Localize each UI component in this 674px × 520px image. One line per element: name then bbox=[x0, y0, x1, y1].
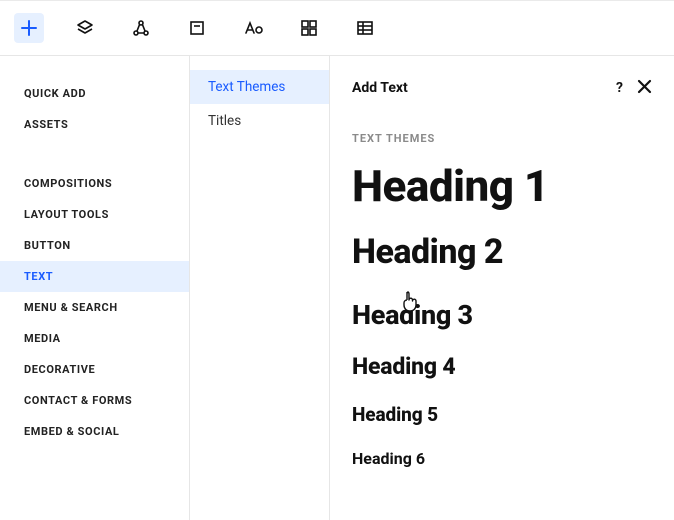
sidebar-item-text[interactable]: Text bbox=[0, 261, 189, 292]
close-icon[interactable] bbox=[637, 79, 652, 98]
sidebar-item-menu-search[interactable]: Menu & Search bbox=[0, 292, 189, 323]
panel-actions: ? bbox=[616, 79, 652, 98]
columns: Quick Add Assets Compositions Layout Too… bbox=[0, 56, 674, 520]
box-icon[interactable] bbox=[182, 13, 212, 43]
heading-option-h5[interactable]: Heading 5 bbox=[352, 405, 652, 425]
panel-header: Add Text ? bbox=[352, 70, 652, 106]
heading-option-h4[interactable]: Heading 4 bbox=[352, 355, 652, 379]
section-label: Text Themes bbox=[352, 132, 652, 145]
layers-icon[interactable] bbox=[70, 13, 100, 43]
sidebar-item-compositions[interactable]: Compositions bbox=[0, 168, 189, 199]
heading-option-h6[interactable]: Heading 6 bbox=[352, 451, 652, 468]
sidebar-item-embed-social[interactable]: Embed & Social bbox=[0, 416, 189, 447]
help-icon[interactable]: ? bbox=[616, 80, 623, 96]
heading-list: Heading 1 Heading 2 Heading 3 Heading 4 … bbox=[352, 163, 652, 468]
add-text-panel: Add Text ? Text Themes Heading 1 Heading… bbox=[330, 56, 674, 520]
table-icon[interactable] bbox=[350, 13, 380, 43]
sidebar-item-button[interactable]: Button bbox=[0, 230, 189, 261]
grid-icon[interactable] bbox=[294, 13, 324, 43]
heading-option-h2[interactable]: Heading 2 bbox=[352, 235, 652, 271]
sidebar-item-assets[interactable]: Assets bbox=[0, 109, 189, 140]
sidebar-item-layout-tools[interactable]: Layout Tools bbox=[0, 199, 189, 230]
plus-icon[interactable] bbox=[14, 13, 44, 43]
subcategory-list: Text Themes Titles bbox=[190, 56, 330, 520]
sidebar-item-contact-forms[interactable]: Contact & Forms bbox=[0, 385, 189, 416]
heading-option-h3[interactable]: Heading 3 bbox=[352, 301, 652, 329]
category-sidebar: Quick Add Assets Compositions Layout Too… bbox=[0, 56, 190, 520]
heading-option-h1[interactable]: Heading 1 bbox=[352, 163, 652, 209]
text-tool-icon[interactable] bbox=[238, 13, 268, 43]
panel-title: Add Text bbox=[352, 80, 408, 96]
vector-icon[interactable] bbox=[126, 13, 156, 43]
top-toolbar bbox=[0, 1, 674, 56]
sidebar-item-media[interactable]: Media bbox=[0, 323, 189, 354]
sidebar-spacer bbox=[0, 140, 189, 168]
sub-item-text-themes[interactable]: Text Themes bbox=[190, 70, 329, 104]
sidebar-item-quick-add[interactable]: Quick Add bbox=[0, 78, 189, 109]
sidebar-item-decorative[interactable]: Decorative bbox=[0, 354, 189, 385]
sub-item-titles[interactable]: Titles bbox=[190, 104, 329, 138]
app-root: Quick Add Assets Compositions Layout Too… bbox=[0, 0, 674, 520]
